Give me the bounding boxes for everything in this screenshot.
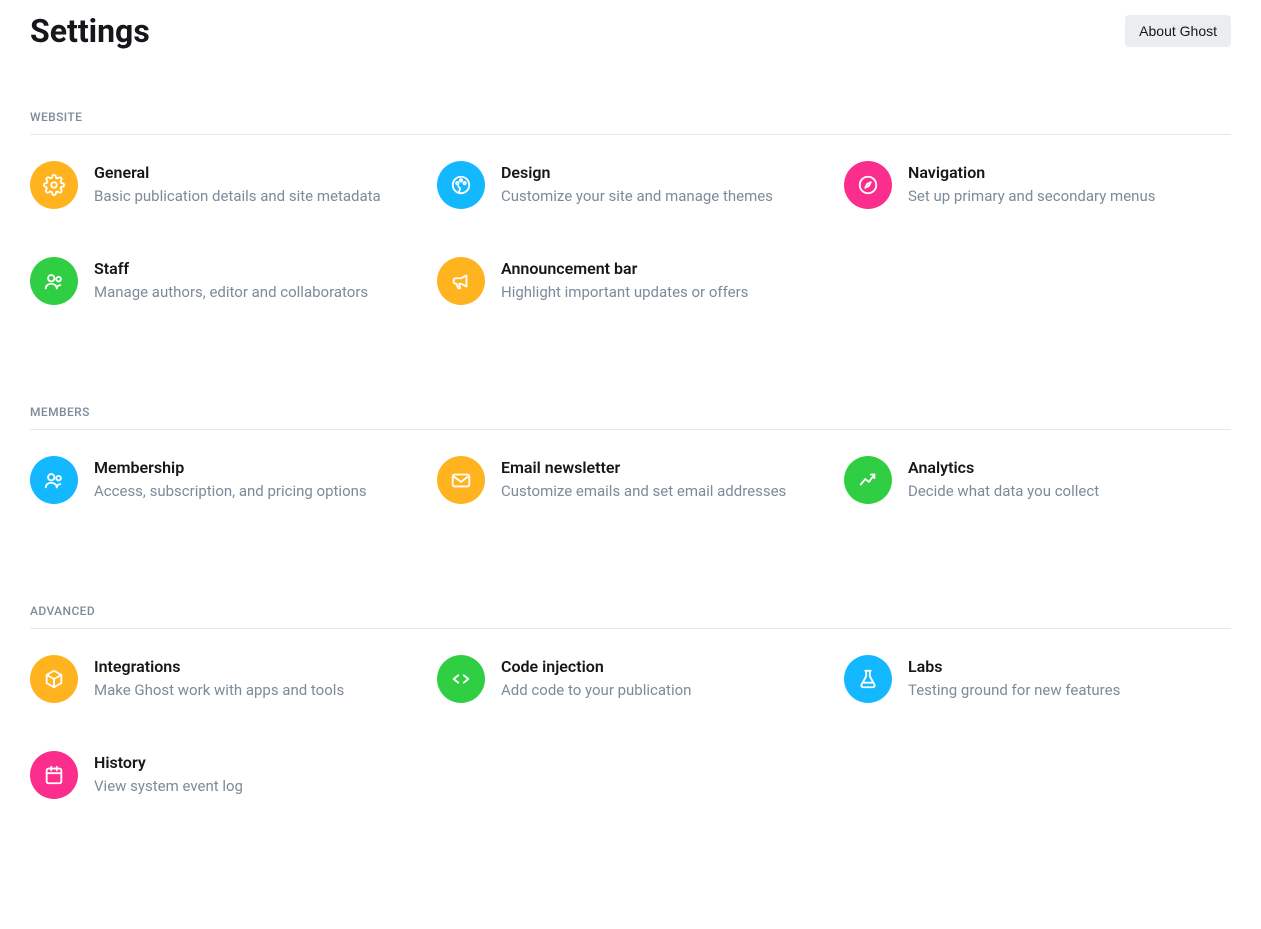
section-members: MEMBERS Membership Access, subscription,…	[30, 405, 1231, 504]
flask-icon	[844, 655, 892, 703]
settings-card-codeinjection[interactable]: Code injection Add code to your publicat…	[437, 655, 824, 703]
code-icon	[437, 655, 485, 703]
card-desc: Manage authors, editor and collaborators	[94, 282, 368, 303]
card-title: Membership	[94, 458, 367, 477]
settings-card-email[interactable]: Email newsletter Customize emails and se…	[437, 456, 824, 504]
compass-icon	[844, 161, 892, 209]
section-website: WEBSITE General Basic publication detail…	[30, 110, 1231, 305]
box-icon	[30, 655, 78, 703]
page-title: Settings	[30, 12, 150, 50]
users-icon	[30, 257, 78, 305]
section-label-members: MEMBERS	[30, 405, 1231, 430]
chart-icon	[844, 456, 892, 504]
card-title: Design	[501, 163, 773, 182]
card-desc: Basic publication details and site metad…	[94, 186, 381, 207]
settings-card-membership[interactable]: Membership Access, subscription, and pri…	[30, 456, 417, 504]
card-desc: Highlight important updates or offers	[501, 282, 748, 303]
settings-card-staff[interactable]: Staff Manage authors, editor and collabo…	[30, 257, 417, 305]
section-advanced: ADVANCED Integrations Make Ghost work wi…	[30, 604, 1231, 799]
about-ghost-button[interactable]: About Ghost	[1125, 15, 1231, 47]
calendar-icon	[30, 751, 78, 799]
settings-card-design[interactable]: Design Customize your site and manage th…	[437, 161, 824, 209]
card-title: Code injection	[501, 657, 691, 676]
settings-card-labs[interactable]: Labs Testing ground for new features	[844, 655, 1231, 703]
card-title: Email newsletter	[501, 458, 786, 477]
card-desc: Testing ground for new features	[908, 680, 1120, 701]
settings-card-integrations[interactable]: Integrations Make Ghost work with apps a…	[30, 655, 417, 703]
palette-icon	[437, 161, 485, 209]
card-title: General	[94, 163, 381, 182]
section-label-advanced: ADVANCED	[30, 604, 1231, 629]
card-desc: Customize emails and set email addresses	[501, 481, 786, 502]
card-title: Labs	[908, 657, 1120, 676]
card-desc: View system event log	[94, 776, 243, 797]
card-title: Integrations	[94, 657, 344, 676]
card-title: Staff	[94, 259, 368, 278]
mail-icon	[437, 456, 485, 504]
card-desc: Set up primary and secondary menus	[908, 186, 1155, 207]
settings-card-general[interactable]: General Basic publication details and si…	[30, 161, 417, 209]
users-icon	[30, 456, 78, 504]
card-desc: Access, subscription, and pricing option…	[94, 481, 367, 502]
megaphone-icon	[437, 257, 485, 305]
card-title: Announcement bar	[501, 259, 748, 278]
card-title: Analytics	[908, 458, 1099, 477]
card-desc: Add code to your publication	[501, 680, 691, 701]
card-desc: Decide what data you collect	[908, 481, 1099, 502]
card-desc: Make Ghost work with apps and tools	[94, 680, 344, 701]
settings-card-history[interactable]: History View system event log	[30, 751, 417, 799]
settings-card-navigation[interactable]: Navigation Set up primary and secondary …	[844, 161, 1231, 209]
card-desc: Customize your site and manage themes	[501, 186, 773, 207]
card-title: Navigation	[908, 163, 1155, 182]
settings-card-announcement[interactable]: Announcement bar Highlight important upd…	[437, 257, 824, 305]
section-label-website: WEBSITE	[30, 110, 1231, 135]
settings-card-analytics[interactable]: Analytics Decide what data you collect	[844, 456, 1231, 504]
gear-icon	[30, 161, 78, 209]
card-title: History	[94, 753, 243, 772]
